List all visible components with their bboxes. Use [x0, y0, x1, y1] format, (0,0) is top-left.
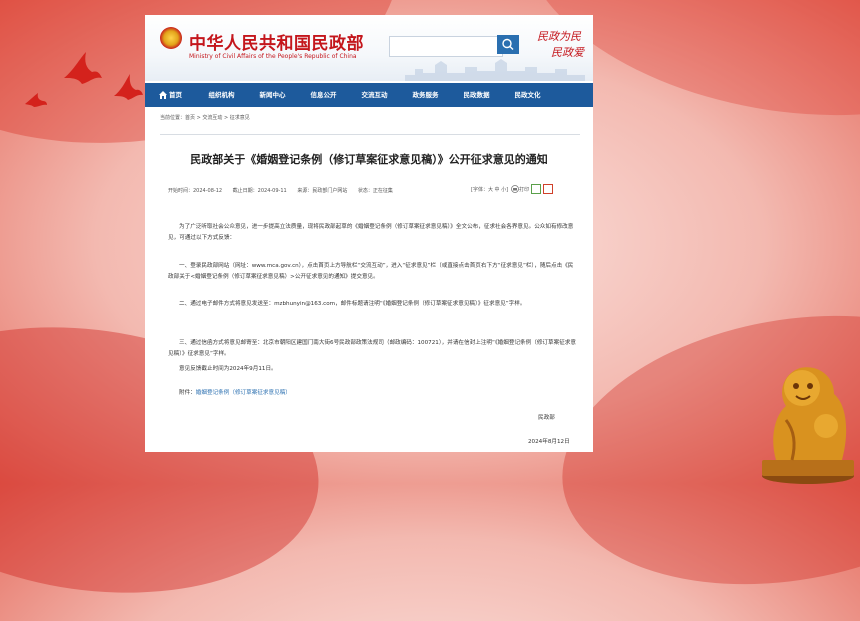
- publish-date: 2024年8月12日: [528, 439, 570, 445]
- article-paragraph: 为了广泛听取社会公众意见，进一步提高立法质量，现将民政部起草的《婚姻登记条例（修…: [168, 224, 574, 241]
- nav-item-organization[interactable]: 组织机构: [196, 83, 247, 107]
- nav-item-label: 首页: [169, 91, 182, 99]
- nav-item-news[interactable]: 新闻中心: [247, 83, 298, 107]
- breadcrumb[interactable]: 当前位置：首页 > 交流互动 > 征求意见: [160, 114, 250, 121]
- site-name: 中华人民共和国民政部: [189, 34, 364, 54]
- nav-item-home[interactable]: 首页: [145, 83, 196, 107]
- site-header: 中华人民共和国民政部 Ministry of Civil Affairs of …: [145, 15, 593, 81]
- national-emblem-icon: [160, 27, 182, 49]
- nav-item-label: 民政文化: [514, 91, 541, 99]
- attachment-link[interactable]: 婚姻登记条例（修订草案征求意见稿）: [196, 390, 291, 396]
- meta-start-time: 开始时间：2024-08-12: [168, 188, 223, 194]
- article-paragraph: 二、通过电子邮件方式将意见发送至：mzbhunyin@163.com，邮件标题请…: [179, 301, 526, 307]
- skyline-illustration: [405, 59, 585, 81]
- meta-end-date: 截止日期：2024-09-11: [232, 188, 287, 194]
- flying-dove-icon: [114, 74, 143, 100]
- calligraphy-line: 民政为民: [537, 30, 581, 43]
- font-size-control[interactable]: [字体：大 中 小]: [471, 186, 508, 193]
- print-button[interactable]: 打印: [519, 186, 529, 193]
- nav-item-disclosure[interactable]: 信息公开: [298, 83, 349, 107]
- nav-item-culture[interactable]: 民政文化: [502, 83, 553, 107]
- webpage-screenshot: 中华人民共和国民政部 Ministry of Civil Affairs of …: [145, 15, 593, 452]
- attachment-label: 附件：: [179, 390, 196, 396]
- signature: 民政部: [538, 415, 555, 421]
- home-icon: [159, 91, 167, 99]
- article-title: 民政部关于《婚姻登记条例（修订草案征求意见稿）》公开征求意见的通知: [190, 153, 548, 166]
- meta-source: 来源：民政部门户网站: [297, 188, 348, 194]
- share-wechat-icon[interactable]: [531, 184, 542, 194]
- search-button[interactable]: [497, 35, 519, 54]
- nav-item-interaction[interactable]: 交流互动: [349, 83, 400, 107]
- article-meta: 开始时间：2024-08-12 截止日期：2024-09-11 来源：民政部门户…: [168, 187, 402, 194]
- search-input[interactable]: [389, 36, 503, 57]
- article-paragraph: 一、登录民政部网站（网址：www.mca.gov.cn），点击首页上方导航栏“交…: [168, 263, 574, 280]
- attachment-line: 附件：婚姻登记条例（修订草案征求意见稿）: [168, 388, 578, 399]
- search-icon: [502, 38, 514, 50]
- meta-status: 状态：正在征集: [357, 188, 393, 194]
- article-paragraph: 三、通过信函方式将意见邮寄至：北京市朝阳区建国门南大街6号民政部政策法规司（邮政…: [168, 340, 576, 357]
- nav-item-label: 交流互动: [361, 91, 388, 99]
- article-tools: [字体：大 中 小] 打印: [471, 184, 554, 194]
- flying-dove-icon: [64, 52, 102, 84]
- nav-item-services[interactable]: 政务服务: [400, 83, 451, 107]
- share-weibo-icon[interactable]: [543, 184, 554, 194]
- nav-item-label: 新闻中心: [259, 91, 286, 99]
- print-icon[interactable]: [511, 185, 519, 193]
- nav-item-data[interactable]: 民政数据: [451, 83, 502, 107]
- nav-item-label: 组织机构: [208, 91, 235, 99]
- nav-item-label: 信息公开: [310, 91, 337, 99]
- main-nav: 首页 组织机构 新闻中心 信息公开 交流互动 政务服务 民政数据 民政文化: [145, 83, 593, 107]
- flying-dove-icon: [25, 93, 47, 107]
- nav-item-label: 民政数据: [463, 91, 490, 99]
- site-name-english: Ministry of Civil Affairs of the People'…: [189, 53, 357, 60]
- divider: [160, 134, 580, 135]
- golden-lion-statue: [762, 367, 854, 484]
- article-paragraph: 意见反馈截止时间为2024年9月11日。: [179, 366, 277, 372]
- nav-item-label: 政务服务: [412, 91, 439, 99]
